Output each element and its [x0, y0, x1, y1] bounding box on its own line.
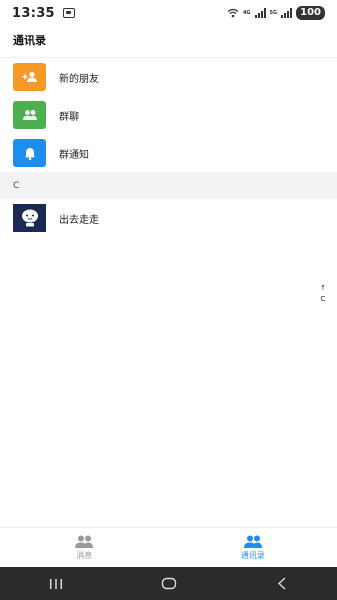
avatar-face-icon	[21, 209, 38, 227]
status-bar: 13:35 4G 5G 100	[0, 0, 337, 26]
network-label-4g: 4G	[242, 9, 251, 16]
tab-label: 通讯录	[240, 550, 265, 560]
menu-item-label: 群聊	[59, 111, 79, 123]
contact-name: 出去走走	[59, 214, 99, 226]
status-indicators: 4G 5G 100	[227, 6, 325, 20]
back-icon[interactable]	[276, 577, 288, 590]
wifi-icon	[227, 8, 239, 18]
tab-contacts[interactable]: 通讯录	[169, 528, 337, 567]
tab-label: 消息	[76, 550, 93, 560]
bell-icon	[13, 139, 46, 167]
avatar	[13, 204, 46, 232]
bottom-nav: 消息 通讯录	[0, 527, 337, 567]
screenshot-icon	[62, 8, 75, 18]
network-label-5g: 5G	[269, 9, 278, 16]
index-letter-c[interactable]: C	[321, 294, 326, 305]
system-nav-bar	[0, 567, 337, 600]
status-time: 13:35	[12, 5, 55, 21]
contacts-icon	[243, 535, 262, 548]
menu-item-new-friends[interactable]: 新的朋友	[0, 58, 337, 96]
index-up-arrow[interactable]: ↑	[320, 283, 326, 294]
signal-icon	[254, 8, 266, 18]
people-icon	[75, 535, 94, 548]
battery-indicator: 100	[296, 6, 325, 20]
group-icon	[13, 101, 46, 129]
menu-item-label: 新的朋友	[59, 73, 99, 85]
contact-item[interactable]: 出去走走	[0, 199, 337, 237]
signal-icon-2	[281, 8, 293, 18]
tab-messages[interactable]: 消息	[0, 528, 169, 567]
menu-item-label: 群通知	[59, 149, 89, 161]
menu-item-group-notice[interactable]: 群通知	[0, 134, 337, 172]
page-title: 通讯录	[13, 34, 46, 47]
add-person-icon	[13, 63, 46, 91]
section-header-c: C	[0, 172, 337, 199]
menu-item-group-chats[interactable]: 群聊	[0, 96, 337, 134]
home-icon[interactable]	[161, 577, 177, 590]
alphabet-index[interactable]: ↑ C	[319, 283, 327, 305]
recent-apps-icon[interactable]	[49, 578, 63, 590]
